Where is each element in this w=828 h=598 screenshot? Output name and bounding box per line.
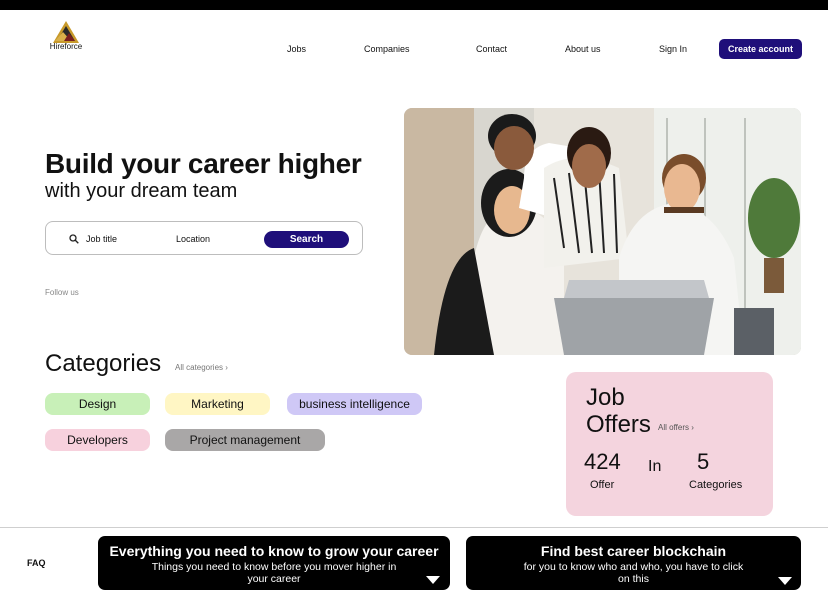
in-label: In bbox=[648, 458, 662, 475]
follow-us-label: Follow us bbox=[45, 288, 79, 297]
banner-title: Everything you need to know to grow your… bbox=[109, 543, 439, 559]
category-chip-developers[interactable]: Developers bbox=[45, 429, 150, 451]
all-offers-label: All offers bbox=[658, 423, 689, 432]
all-categories-link[interactable]: All categories › bbox=[175, 363, 228, 372]
banner-title: Find best career blockchain bbox=[540, 543, 727, 559]
logo-text: Hireforce bbox=[49, 42, 83, 51]
top-bar bbox=[0, 0, 828, 10]
category-chip-marketing[interactable]: Marketing bbox=[165, 393, 270, 415]
search-button[interactable]: Search bbox=[264, 231, 349, 248]
hero-subtitle: with your dream team bbox=[45, 180, 238, 202]
category-chip-project-management[interactable]: Project management bbox=[165, 429, 325, 451]
job-offers-title: Job Offers bbox=[586, 384, 651, 438]
job-offers-card: Job Offers All offers › 424 Offer In 5 C… bbox=[566, 372, 773, 516]
search-bar: Job title Location Search bbox=[45, 221, 363, 255]
all-categories-label: All categories bbox=[175, 363, 224, 372]
dropdown-triangle-icon bbox=[426, 576, 440, 584]
offer-count: 424 bbox=[584, 449, 621, 474]
career-guide-banner[interactable]: Everything you need to know to grow your… bbox=[98, 536, 450, 590]
nav-companies[interactable]: Companies bbox=[364, 44, 410, 54]
category-count: 5 bbox=[697, 449, 710, 474]
category-chip-label: Project management bbox=[189, 433, 301, 447]
logo[interactable]: Hireforce bbox=[44, 20, 88, 51]
category-label: Categories bbox=[689, 479, 743, 491]
hero-team-photo bbox=[404, 108, 801, 355]
nav-jobs[interactable]: Jobs bbox=[287, 44, 306, 54]
nav-sign-in[interactable]: Sign In bbox=[659, 44, 687, 54]
category-chip-label: Marketing bbox=[191, 397, 244, 411]
footer-divider bbox=[0, 527, 828, 528]
location-input[interactable]: Location bbox=[176, 234, 210, 244]
banner-text: for you to know who and who, you have to… bbox=[523, 561, 744, 585]
banner-text: Things you need to know before you mover… bbox=[151, 561, 397, 585]
career-blockchain-banner[interactable]: Find best career blockchain for you to k… bbox=[466, 536, 801, 590]
offer-label: Offer bbox=[590, 479, 615, 491]
faq-label: FAQ bbox=[27, 558, 46, 568]
logo-mountain-icon bbox=[53, 21, 79, 43]
create-account-button[interactable]: Create account bbox=[719, 39, 802, 59]
dropdown-triangle-icon bbox=[778, 577, 792, 585]
chevron-right-icon: › bbox=[225, 363, 228, 372]
nav-about-us[interactable]: About us bbox=[565, 44, 601, 54]
all-offers-link[interactable]: All offers › bbox=[658, 423, 694, 432]
search-icon bbox=[69, 234, 79, 244]
nav-contact[interactable]: Contact bbox=[476, 44, 507, 54]
category-chip-label: Developers bbox=[67, 433, 128, 447]
chevron-right-icon: › bbox=[691, 423, 694, 432]
hero-title: Build your career higher bbox=[45, 148, 362, 179]
category-chip-label: business intelligence bbox=[299, 397, 410, 411]
job-title-input[interactable]: Job title bbox=[86, 234, 117, 244]
category-chip-label: Design bbox=[78, 397, 117, 411]
category-chip-design[interactable]: Design bbox=[45, 393, 150, 415]
categories-title: Categories bbox=[45, 350, 162, 377]
category-chip-business-intelligence[interactable]: business intelligence bbox=[287, 393, 422, 415]
